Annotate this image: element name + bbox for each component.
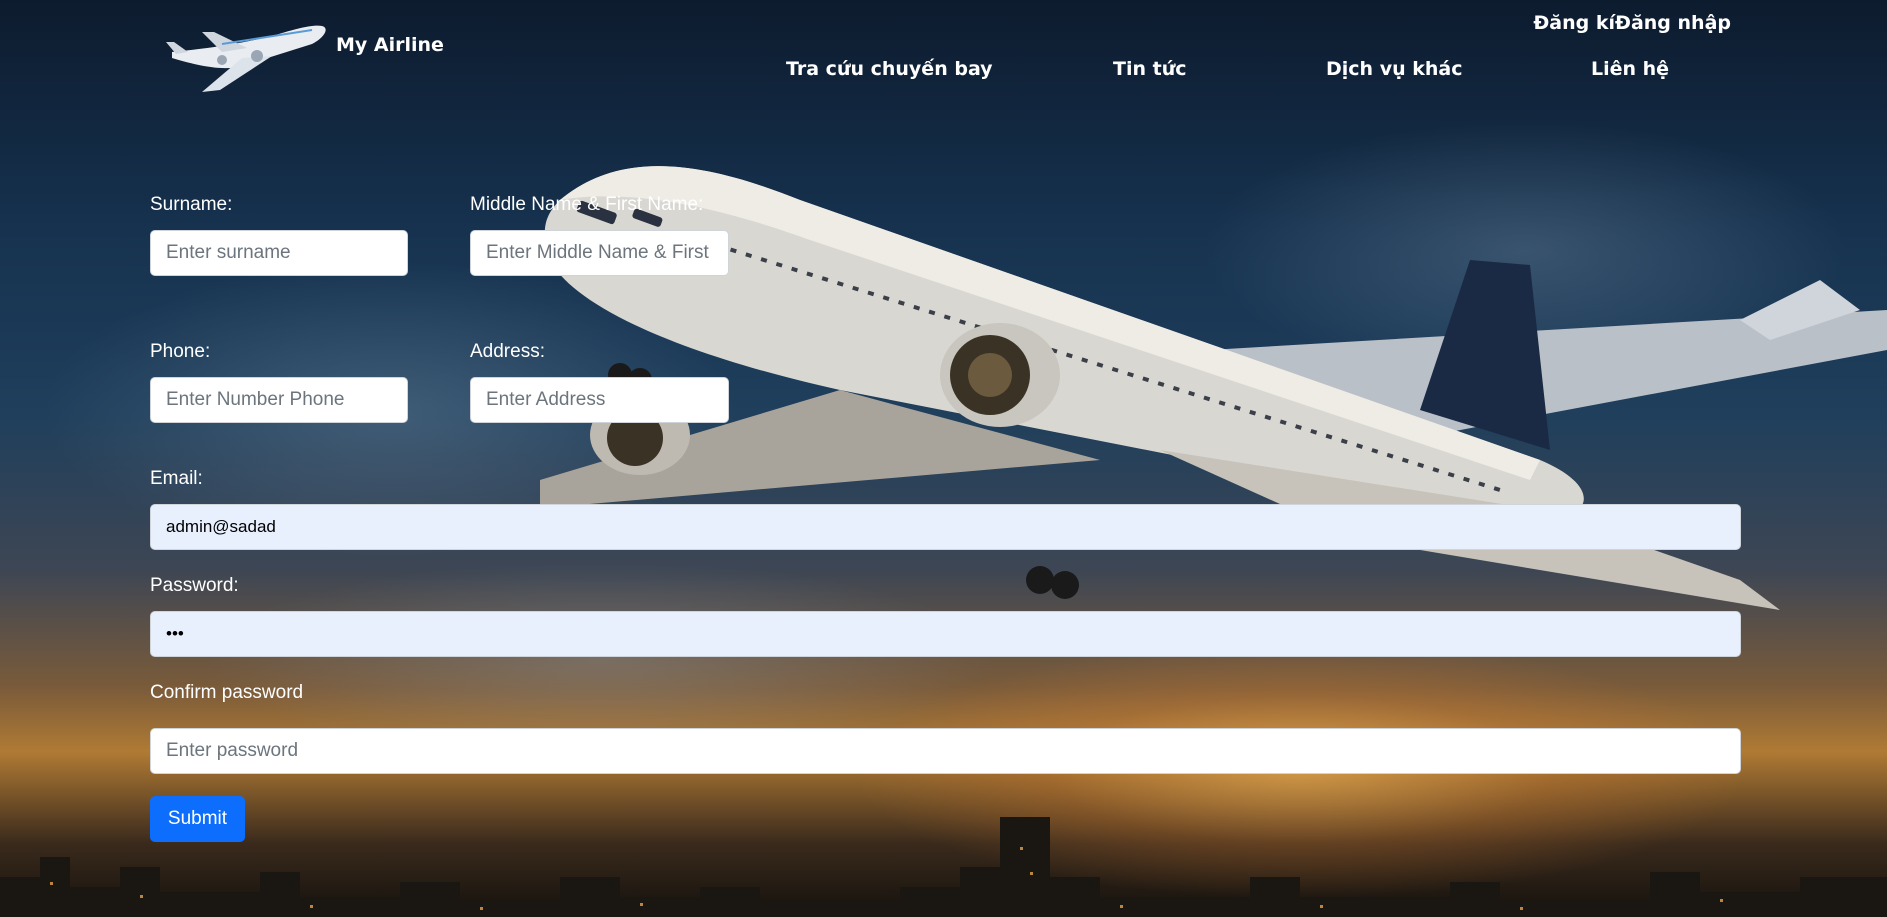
brand-name: My Airline [336, 34, 444, 56]
submit-button[interactable]: Submit [150, 796, 245, 842]
firstname-label: Middle Name & First Name: [470, 194, 704, 215]
surname-input[interactable] [150, 230, 408, 276]
confirm-password-input[interactable] [150, 728, 1741, 774]
phone-group: Phone: [150, 341, 210, 363]
password-group: Password: [150, 575, 239, 597]
main-nav: Tra cứu chuyến bay Tin tức Dịch vụ khác … [0, 58, 1887, 88]
confirm-password-group: Confirm password [150, 682, 303, 704]
nav-item-other-services[interactable]: Dịch vụ khác [1326, 58, 1462, 80]
register-link[interactable]: Đăng kí [1533, 12, 1615, 34]
background-image [0, 0, 1887, 917]
nav-item-news[interactable]: Tin tức [1113, 58, 1187, 80]
airplane-illustration [540, 166, 1887, 642]
email-input[interactable] [150, 504, 1741, 550]
password-input[interactable] [150, 611, 1741, 657]
confirm-password-label: Confirm password [150, 682, 304, 703]
phone-label: Phone: [150, 341, 211, 362]
password-label: Password: [150, 575, 239, 596]
firstname-group: Middle Name & First Name: [470, 194, 703, 216]
login-link[interactable]: Đăng nhập [1615, 12, 1731, 34]
city-skyline [0, 817, 1887, 917]
page: My Airline Đăng kíĐăng nhập Tra cứu chuy… [0, 0, 1887, 917]
address-label: Address: [470, 341, 545, 362]
surname-group: Surname: [150, 194, 232, 216]
firstname-input[interactable] [470, 230, 729, 276]
address-input[interactable] [470, 377, 729, 423]
address-group: Address: [470, 341, 545, 363]
nav-item-contact[interactable]: Liên hệ [1591, 58, 1669, 80]
phone-input[interactable] [150, 377, 408, 423]
email-group: Email: [150, 468, 203, 490]
auth-links: Đăng kíĐăng nhập [1533, 12, 1731, 34]
surname-label: Surname: [150, 194, 233, 215]
header: My Airline Đăng kíĐăng nhập Tra cứu chuy… [0, 0, 1887, 110]
nav-item-flight-search[interactable]: Tra cứu chuyến bay [786, 58, 993, 80]
email-label: Email: [150, 468, 203, 489]
